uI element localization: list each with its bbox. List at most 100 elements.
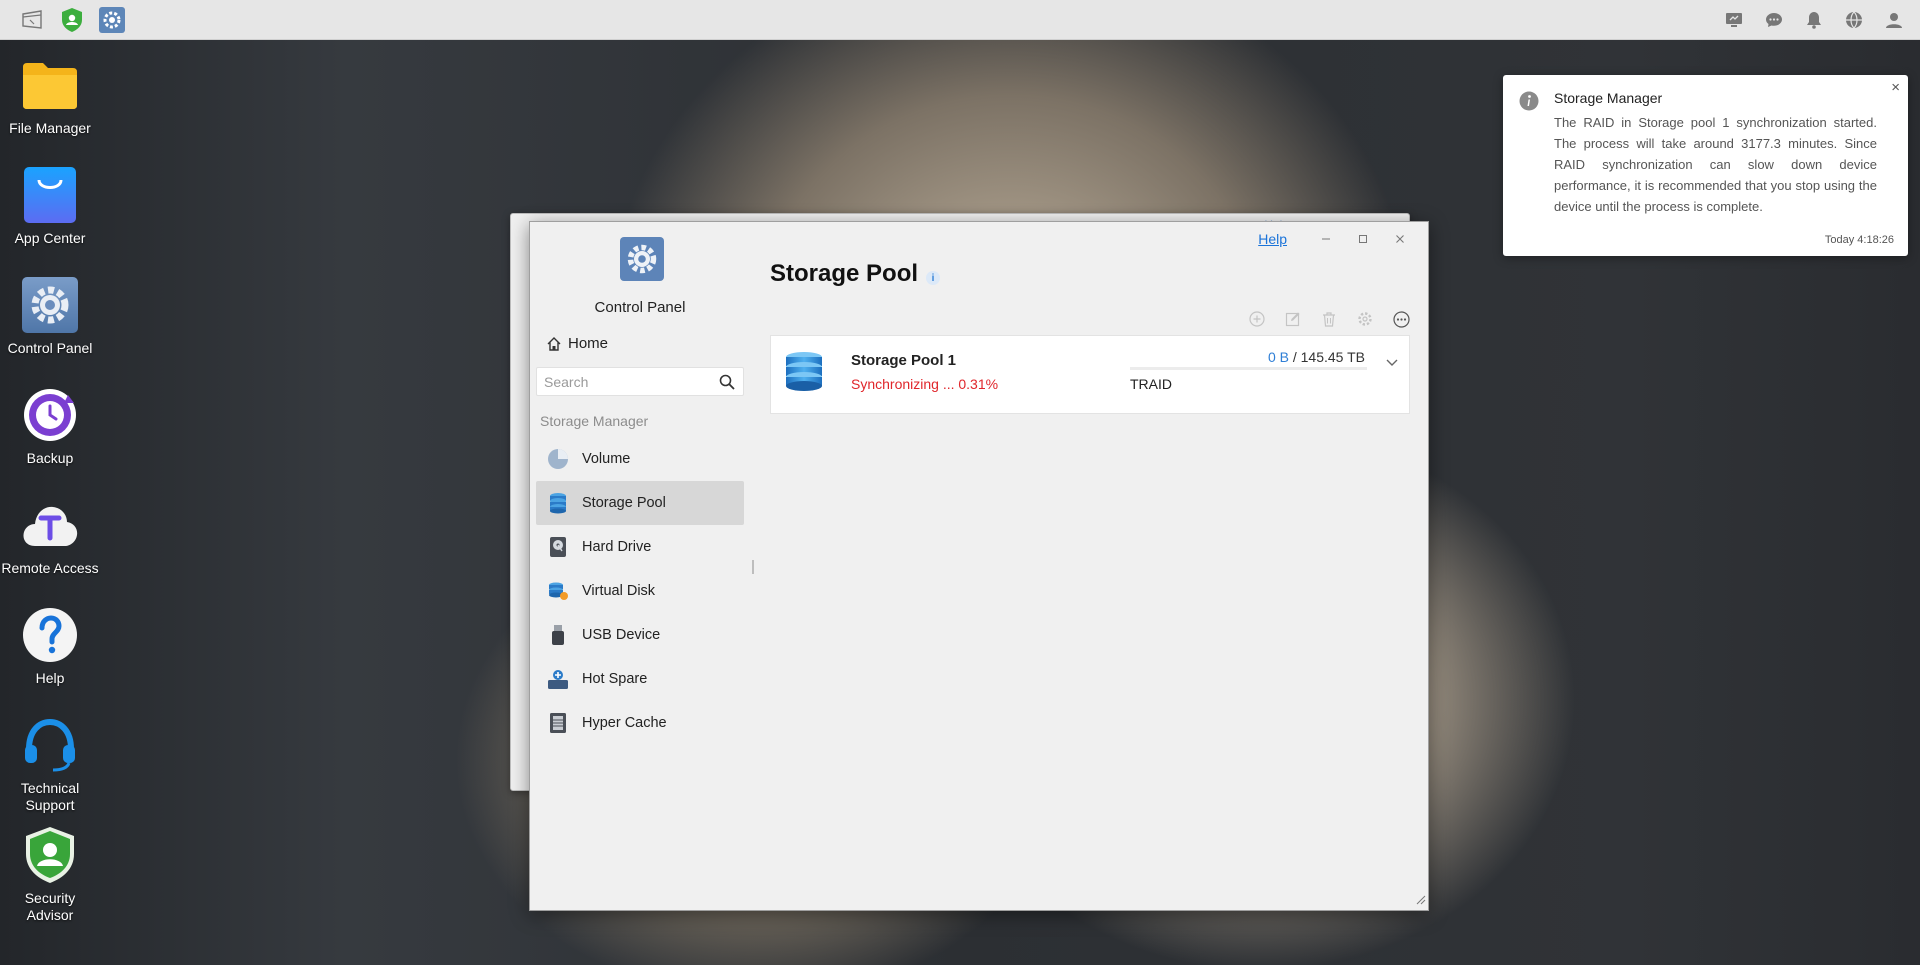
sidebar-item-hot-spare[interactable]: Hot Spare (536, 657, 744, 701)
sidebar-nav: Volume Storage Pool Hard Drive Virtual D… (536, 437, 744, 745)
search-input[interactable] (537, 368, 707, 395)
desktop-icon-label: File Manager (9, 120, 91, 136)
pool-used: 0 B (1267, 349, 1289, 365)
pool-usage-bar (1130, 367, 1367, 370)
page-title-text: Storage Pool (770, 260, 919, 287)
cloud-t-icon (21, 496, 79, 554)
hyper-cache-icon (546, 711, 570, 735)
notification-bell-icon[interactable] (1794, 0, 1834, 40)
sidebar-item-hyper-cache[interactable]: Hyper Cache (536, 701, 744, 745)
usb-icon (546, 623, 570, 647)
more-button[interactable] (1390, 308, 1412, 330)
settings-icon (1358, 312, 1372, 326)
notification-body: The RAID in Storage pool 1 synchronizati… (1554, 115, 1877, 214)
info-icon[interactable]: i (926, 271, 941, 285)
desktop-icon-remote-access[interactable]: Remote Access (0, 496, 100, 577)
storage-pool-large-icon (784, 351, 824, 396)
desktop-icon-file-manager[interactable]: File Manager (0, 56, 100, 137)
desktop-icon-backup[interactable]: Backup (0, 386, 100, 467)
taskbar (0, 0, 1920, 40)
control-panel-taskbar-icon[interactable] (92, 0, 132, 40)
delete-icon (1323, 312, 1335, 327)
sidebar-item-label: Hard Drive (582, 539, 652, 555)
control-panel-window: Help Control Panel Home Storage Manager (529, 221, 1429, 911)
page-title: Storage Pool i (770, 260, 941, 288)
info-circle-icon (1519, 91, 1539, 114)
desktop-icon-app-center[interactable]: App Center (0, 166, 100, 247)
add-icon (1249, 311, 1265, 327)
notification-close-button[interactable]: × (1891, 79, 1900, 96)
folder-icon (21, 56, 79, 114)
sidebar-item-label: Virtual Disk (582, 583, 656, 599)
desktop-icon-label: Control Panel (7, 340, 93, 356)
headset-icon (21, 716, 79, 774)
sidebar-item-label: Volume (582, 451, 631, 467)
desktop-icon-technical-support[interactable]: Technical Support (0, 716, 100, 814)
sidebar-item-label: USB Device (582, 627, 661, 643)
desktop-icon-label: Technical Support (20, 780, 80, 813)
pool-raid-type: TRAID (1130, 376, 1172, 392)
sidebar-item-usb-device[interactable]: USB Device (536, 613, 744, 657)
sidebar-item-storage-pool[interactable]: Storage Pool (536, 481, 744, 525)
shield-icon (21, 826, 79, 884)
settings-button[interactable] (1354, 308, 1376, 330)
home-icon (547, 336, 561, 351)
resize-grip-icon[interactable] (1414, 892, 1426, 908)
add-button[interactable] (1246, 308, 1268, 330)
sidebar: Control Panel Home Storage Manager Volum… (530, 222, 750, 910)
pool-name: Storage Pool 1 (851, 352, 957, 369)
desktop-icon-label: Remote Access (1, 560, 99, 576)
desktop-icon-label: App Center (14, 230, 86, 246)
edit-button[interactable] (1282, 308, 1304, 330)
sidebar-item-label: Storage Pool (582, 495, 666, 511)
home-link[interactable]: Home (546, 335, 608, 352)
desktop-icon-label: Help (35, 670, 65, 686)
desktop-icon-label: Security Advisor (24, 890, 76, 923)
pool-total: 145.45 TB (1300, 349, 1365, 365)
control-panel-logo-icon (620, 237, 664, 281)
sidebar-item-virtual-disk[interactable]: Virtual Disk (536, 569, 744, 613)
delete-button[interactable] (1318, 308, 1340, 330)
app-title: Control Panel (594, 299, 686, 316)
gear-icon (21, 276, 79, 334)
shopping-bag-icon (21, 166, 79, 224)
section-label: Storage Manager (540, 413, 649, 429)
desktop-icon-security-advisor[interactable]: Security Advisor (0, 826, 100, 924)
hot-spare-icon (546, 667, 570, 691)
main-content: Storage Pool i Storage Pool 1 Synchroniz… (770, 222, 1428, 910)
chat-icon[interactable] (1754, 0, 1794, 40)
sidebar-item-label: Hyper Cache (582, 715, 667, 731)
remote-desktop-icon[interactable] (1714, 0, 1754, 40)
user-account-icon[interactable] (1874, 0, 1914, 40)
security-advisor-taskbar-icon[interactable] (52, 0, 92, 40)
notification-title: Storage Manager (1554, 90, 1663, 106)
search-icon[interactable] (719, 374, 735, 393)
sidebar-item-label: Hot Spare (582, 671, 648, 687)
desktop-icon-control-panel[interactable]: Control Panel (0, 276, 100, 357)
notification-toast: Storage Manager The RAID in Storage pool… (1503, 75, 1908, 256)
show-desktop-icon[interactable] (12, 0, 52, 40)
sidebar-resize-handle[interactable] (752, 560, 754, 574)
volume-pie-icon (546, 447, 570, 471)
search-box (536, 367, 744, 396)
edit-icon (1285, 312, 1300, 327)
storage-pool-icon (546, 491, 570, 515)
backup-clock-icon (21, 386, 79, 444)
language-globe-icon[interactable] (1834, 0, 1874, 40)
pool-capacity: 0 B / 145.45 TB (1268, 349, 1365, 365)
sidebar-item-hard-drive[interactable]: Hard Drive (536, 525, 744, 569)
hard-drive-icon (546, 535, 570, 559)
desktop-icon-help[interactable]: Help (0, 606, 100, 687)
question-icon (21, 606, 79, 664)
pool-capacity-separator: / (1292, 349, 1297, 365)
more-icon (1392, 310, 1410, 328)
home-label: Home (568, 335, 609, 352)
pool-sync-status: Synchronizing ... 0.31% (851, 376, 999, 392)
notification-time: Today 4:18:26 (1824, 234, 1894, 246)
virtual-disk-icon (546, 579, 570, 603)
chevron-down-icon[interactable] (1385, 354, 1399, 370)
storage-pool-card[interactable]: Storage Pool 1 Synchronizing ... 0.31% 0… (770, 335, 1410, 414)
desktop-icon-label: Backup (26, 450, 74, 466)
toolbar (1246, 308, 1412, 330)
sidebar-item-volume[interactable]: Volume (536, 437, 744, 481)
